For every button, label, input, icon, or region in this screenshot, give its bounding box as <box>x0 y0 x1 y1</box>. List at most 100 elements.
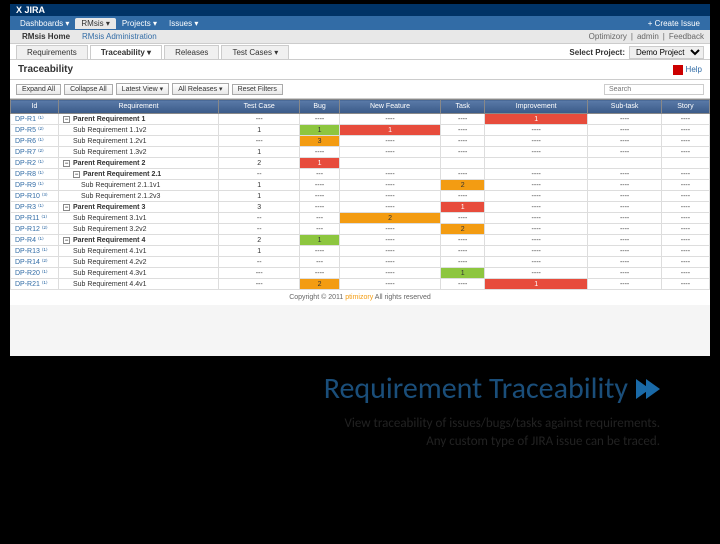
data-cell[interactable]: ---- <box>339 180 441 191</box>
reset-filters-button[interactable]: Reset Filters <box>232 84 283 95</box>
data-cell[interactable]: ---- <box>300 246 339 257</box>
data-cell[interactable]: ---- <box>661 191 709 202</box>
data-cell[interactable]: --- <box>300 257 339 268</box>
data-cell[interactable]: ---- <box>588 279 662 290</box>
id-cell[interactable]: DP-R5 ⁽²⁾ <box>11 125 59 136</box>
data-cell[interactable]: 2 <box>219 235 300 246</box>
data-cell[interactable]: 1 <box>219 125 300 136</box>
id-cell[interactable]: DP-R21 ⁽¹⁾ <box>11 279 59 290</box>
table-row[interactable]: DP-R13 ⁽¹⁾Sub Requirement 4.1v11--------… <box>11 246 710 257</box>
table-row[interactable]: DP-R6 ⁽¹⁾Sub Requirement 1.2v1---3------… <box>11 136 710 147</box>
requirement-cell[interactable]: −Parent Requirement 2 <box>59 158 219 169</box>
id-cell[interactable]: DP-R4 ⁽¹⁾ <box>11 235 59 246</box>
table-row[interactable]: DP-R8 ⁽¹⁾−Parent Requirement 2.1--------… <box>11 169 710 180</box>
data-cell[interactable]: ---- <box>300 147 339 158</box>
data-cell[interactable]: ---- <box>441 246 485 257</box>
create-issue-link[interactable]: + Create Issue <box>642 19 706 28</box>
data-cell[interactable]: ---- <box>588 202 662 213</box>
data-cell[interactable]: ---- <box>661 246 709 257</box>
column-header[interactable]: Test Case <box>219 100 300 114</box>
data-cell[interactable]: --- <box>219 114 300 125</box>
data-cell[interactable]: ---- <box>441 147 485 158</box>
data-cell[interactable]: ---- <box>588 147 662 158</box>
data-cell[interactable]: ---- <box>588 191 662 202</box>
data-cell[interactable]: 2 <box>441 224 485 235</box>
data-cell[interactable]: ---- <box>485 147 588 158</box>
data-cell[interactable]: --- <box>219 279 300 290</box>
feedback-link[interactable]: Feedback <box>669 32 704 41</box>
data-cell[interactable]: ---- <box>441 114 485 125</box>
data-cell[interactable]: ---- <box>300 114 339 125</box>
data-cell[interactable]: ---- <box>339 224 441 235</box>
data-cell[interactable]: 1 <box>300 158 339 169</box>
nav-rmsis[interactable]: RMsis ▾ <box>75 18 115 29</box>
data-cell[interactable]: 3 <box>219 202 300 213</box>
data-cell[interactable]: ---- <box>588 246 662 257</box>
id-cell[interactable]: DP-R2 ⁽¹⁾ <box>11 158 59 169</box>
nav-projects[interactable]: Projects ▾ <box>116 18 163 29</box>
data-cell[interactable]: ---- <box>300 268 339 279</box>
data-cell[interactable]: -- <box>219 224 300 235</box>
data-cell[interactable]: ---- <box>661 268 709 279</box>
table-row[interactable]: DP-R12 ⁽²⁾Sub Requirement 3.2v2---------… <box>11 224 710 235</box>
data-cell[interactable]: ---- <box>300 180 339 191</box>
data-cell[interactable]: ---- <box>661 235 709 246</box>
rmsis-admin-link[interactable]: RMsis Administration <box>76 32 163 41</box>
tab-requirements[interactable]: Requirements <box>16 45 88 59</box>
data-cell[interactable]: 1 <box>300 125 339 136</box>
data-cell[interactable]: ---- <box>339 169 441 180</box>
table-row[interactable]: DP-R3 ⁽¹⁾−Parent Requirement 33--------1… <box>11 202 710 213</box>
tab-testcases[interactable]: Test Cases ▾ <box>221 45 289 59</box>
company-link[interactable]: Optimizory <box>589 32 627 41</box>
data-cell[interactable]: ---- <box>661 257 709 268</box>
column-header[interactable]: Requirement <box>59 100 219 114</box>
table-row[interactable]: DP-R4 ⁽¹⁾−Parent Requirement 421--------… <box>11 235 710 246</box>
data-cell[interactable]: 1 <box>339 125 441 136</box>
data-cell[interactable]: ---- <box>661 224 709 235</box>
data-cell[interactable]: ---- <box>485 125 588 136</box>
data-cell[interactable]: ---- <box>485 224 588 235</box>
data-cell[interactable] <box>661 158 709 169</box>
data-cell[interactable]: ---- <box>339 235 441 246</box>
data-cell[interactable]: 1 <box>441 268 485 279</box>
nav-issues[interactable]: Issues ▾ <box>163 18 204 29</box>
data-cell[interactable]: ---- <box>485 235 588 246</box>
data-cell[interactable]: ---- <box>485 202 588 213</box>
requirement-cell[interactable]: Sub Requirement 3.1v1 <box>59 213 219 224</box>
data-cell[interactable]: 2 <box>339 213 441 224</box>
data-cell[interactable] <box>485 158 588 169</box>
data-cell[interactable]: ---- <box>339 202 441 213</box>
data-cell[interactable]: ---- <box>485 191 588 202</box>
requirement-cell[interactable]: −Parent Requirement 1 <box>59 114 219 125</box>
data-cell[interactable]: ---- <box>588 213 662 224</box>
data-cell[interactable]: ---- <box>661 147 709 158</box>
data-cell[interactable]: ---- <box>588 180 662 191</box>
data-cell[interactable]: ---- <box>485 169 588 180</box>
data-cell[interactable] <box>339 158 441 169</box>
data-cell[interactable]: ---- <box>485 257 588 268</box>
collapse-all-button[interactable]: Collapse All <box>64 84 113 95</box>
data-cell[interactable]: ---- <box>661 125 709 136</box>
collapse-icon[interactable]: − <box>63 204 70 211</box>
table-row[interactable]: DP-R5 ⁽²⁾Sub Requirement 1.1v2111-------… <box>11 125 710 136</box>
id-cell[interactable]: DP-R14 ⁽²⁾ <box>11 257 59 268</box>
requirement-cell[interactable]: Sub Requirement 1.2v1 <box>59 136 219 147</box>
data-cell[interactable]: ---- <box>441 235 485 246</box>
search-input[interactable] <box>604 84 704 95</box>
data-cell[interactable]: 1 <box>219 147 300 158</box>
data-cell[interactable]: ---- <box>441 169 485 180</box>
expand-all-button[interactable]: Expand All <box>16 84 61 95</box>
data-cell[interactable]: ---- <box>588 224 662 235</box>
id-cell[interactable]: DP-R20 ⁽¹⁾ <box>11 268 59 279</box>
data-cell[interactable]: ---- <box>588 268 662 279</box>
column-header[interactable]: Id <box>11 100 59 114</box>
requirement-cell[interactable]: Sub Requirement 3.2v2 <box>59 224 219 235</box>
data-cell[interactable]: ---- <box>485 136 588 147</box>
requirement-cell[interactable]: Sub Requirement 1.3v2 <box>59 147 219 158</box>
collapse-icon[interactable]: − <box>73 171 80 178</box>
data-cell[interactable]: -- <box>219 169 300 180</box>
table-row[interactable]: DP-R1 ⁽¹⁾−Parent Requirement 1----------… <box>11 114 710 125</box>
data-cell[interactable]: ---- <box>661 180 709 191</box>
data-cell[interactable]: ---- <box>339 147 441 158</box>
data-cell[interactable]: -- <box>219 213 300 224</box>
